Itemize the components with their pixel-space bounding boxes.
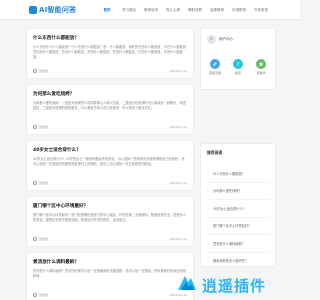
user-icon [33,68,37,73]
recommended-link[interactable]: 煮汤放什么调料最鲜？ [213,241,245,246]
question-icon: ? [233,59,243,69]
author-name: 回复者 [39,292,49,297]
author-block: 回复者 [33,68,49,73]
recommended-title: 推荐阅读 [207,150,223,155]
user-icon [33,180,37,185]
logo-icon [29,6,37,14]
bullet-icon: • [207,258,209,263]
bullet-icon: • [207,241,209,246]
question-excerpt: 厦门哪个区中心环境最好？厦门的思明区是厦门的中心城区，环境优美，交通便利，配套设… [33,213,186,222]
question-card[interactable]: 40岁女士适合穿什么？ 40岁女士适合穿什么？40岁的女士一般身材都会有所变化，… [26,140,194,191]
nav-item-trade-english[interactable]: 外贸英语 [250,0,272,20]
post-date: 2023-02-19 [169,236,187,241]
question-excerpt: 什么东西什么什么都能放？什么东西什么都能放？答：什么都能放，最好的东西什么都能放… [33,45,186,59]
question-title[interactable]: 什么东西什么都能放？ [33,35,187,41]
question-card[interactable]: 煮汤放什么调料最鲜？ 煮汤放什么调料最鲜？煮汤的时候可以放一些葱姜蒜来去腥提鲜，… [26,252,194,300]
avatar[interactable] [207,35,216,44]
question-excerpt: 40岁女士适合穿什么？40岁的女士一般身材都会有所变化，可以选择一些修身的衣服来… [33,157,185,166]
bullet-icon: • [207,188,209,193]
ask-question-button[interactable]: ? 提问 [230,59,246,75]
nav-item-foreign-lang[interactable]: 外语教育 [228,0,250,20]
user-icon [33,292,37,297]
question-excerpt: 为何那么爱吃烧烤：一是因为烧烤的口感和香味让人难以抗拒，二是因为吃烧烤时可以和朋… [33,101,186,110]
nav-item-parenting[interactable]: 育儿心得 [162,0,184,20]
svg-text:?: ? [237,62,240,67]
ask-question-label: 提问 [234,71,241,75]
list-item[interactable]: • 什么东西什么都能放？ [207,165,271,183]
recommended-link[interactable]: 猪肉炖粉条怎么做好吃？ [213,258,248,263]
edit-icon [210,59,220,69]
plugin-watermark: 逍遥插件 [176,275,266,295]
post-date: 2023-02-19 [169,124,187,129]
question-card[interactable]: 什么东西什么都能放？ 什么东西什么什么都能放？什么东西什么都能放？答：什么都能放… [26,28,194,79]
star-icon [256,59,266,69]
list-item[interactable]: • 40岁女士适合穿什么？ [207,200,271,218]
site-logo[interactable]: AI智能问答 [29,5,76,15]
question-title[interactable]: 为何那么爱吃烧烤？ [33,91,187,97]
question-title[interactable]: 厦门哪个区中心环境最好？ [33,203,187,209]
recommended-link[interactable]: 厦门哪个区中心环境最好？ [213,223,251,228]
recommended-link[interactable]: 40岁女士适合穿什么？ [213,206,246,211]
user-icon [33,124,37,129]
list-item[interactable]: • 猪肉炖粉条怎么做好吃？ [207,253,271,270]
post-date: 2023-02-19 [169,180,187,185]
author-name: 回复者 [39,68,49,73]
main-nav: 首页 学习驿站 教育培训 育儿心得 教职成教 高等教育 外语教育 外贸英语 [96,0,272,20]
write-essence-button[interactable]: 写精华 [253,59,269,75]
list-item[interactable]: • 为何那么爱吃烧烤？ [207,183,271,200]
author-block: 回复者 [33,236,49,241]
list-item[interactable]: • 厦门哪个区中心环境最好？ [207,218,271,235]
nav-item-home[interactable]: 首页 [96,0,118,20]
nav-item-training[interactable]: 教育培训 [140,0,162,20]
answer-question-label: 回答问题 [208,71,221,75]
question-excerpt: 煮汤放什么调料最鲜？煮汤的时候可以放一些葱姜蒜来去腥提鲜，也可以放一些香菇、虾米… [33,269,186,278]
answer-question-button[interactable]: 回答问题 [207,59,223,75]
nav-item-study[interactable]: 学习驿站 [118,0,140,20]
card-meta: 回复者 2023-02-19 [33,180,187,185]
bullet-icon: • [207,223,209,228]
author-block: 回复者 [33,292,49,297]
card-meta: 回复者 2023-02-19 [33,292,187,297]
nav-item-higher-ed[interactable]: 高等教育 [206,0,228,20]
nav-item-vocational[interactable]: 教职成教 [184,0,206,20]
plugin-watermark-text: 逍遥插件 [202,276,267,295]
write-essence-label: 写精华 [256,71,266,75]
logo-text: AI智能问答 [39,6,77,14]
card-meta: 回复者 2023-02-19 [33,236,187,241]
recommended-link[interactable]: 什么东西什么都能放？ [213,171,245,176]
question-title[interactable]: 煮汤放什么调料最鲜？ [33,259,187,265]
author-block: 回复者 [33,124,49,129]
list-item[interactable]: • 煮汤放什么调料最鲜？ [207,235,271,253]
post-date: 2023-02-19 [169,68,187,73]
question-feed: 什么东西什么都能放？ 什么东西什么什么都能放？什么东西什么都能放？答：什么都能放… [26,28,194,300]
recommended-list: • 什么东西什么都能放？ • 为何那么爱吃烧烤？ • 40岁女士适合穿什么？ •… [207,165,271,270]
user-center-header: 用户中心 [207,35,233,44]
question-title[interactable]: 40岁女士适合穿什么？ [33,147,187,153]
top-navbar: AI智能问答 首页 学习驿站 教育培训 育儿心得 教职成教 高等教育 外语教育 … [0,0,300,20]
question-card[interactable]: 厦门哪个区中心环境最好？ 厦门哪个区中心环境最好？厦门的思明区是厦门的中心城区，… [26,196,194,247]
author-block: 回复者 [33,180,49,185]
question-card[interactable]: 为何那么爱吃烧烤？ 为何那么爱吃烧烤：一是因为烧烤的口感和香味让人难以抗拒，二是… [26,84,194,135]
user-center-title[interactable]: 用户中心 [219,37,233,42]
plugin-logo-icon [176,273,198,297]
bullet-icon: • [207,206,209,211]
author-name: 回复者 [39,124,49,129]
user-icon [33,236,37,241]
author-name: 回复者 [39,236,49,241]
user-center-panel: 用户中心 回答问题 ? 提问 写精华 [200,28,276,90]
author-name: 回复者 [39,180,49,185]
card-meta: 回复者 2023-02-19 [33,68,187,73]
user-actions: 回答问题 ? 提问 写精华 [207,59,269,75]
recommended-panel: 推荐阅读 • 什么东西什么都能放？ • 为何那么爱吃烧烤？ • 40岁女士适合穿… [200,143,276,270]
recommended-link[interactable]: 为何那么爱吃烧烤？ [213,188,242,193]
bullet-icon: • [207,171,209,176]
card-meta: 回复者 2023-02-19 [33,124,187,129]
